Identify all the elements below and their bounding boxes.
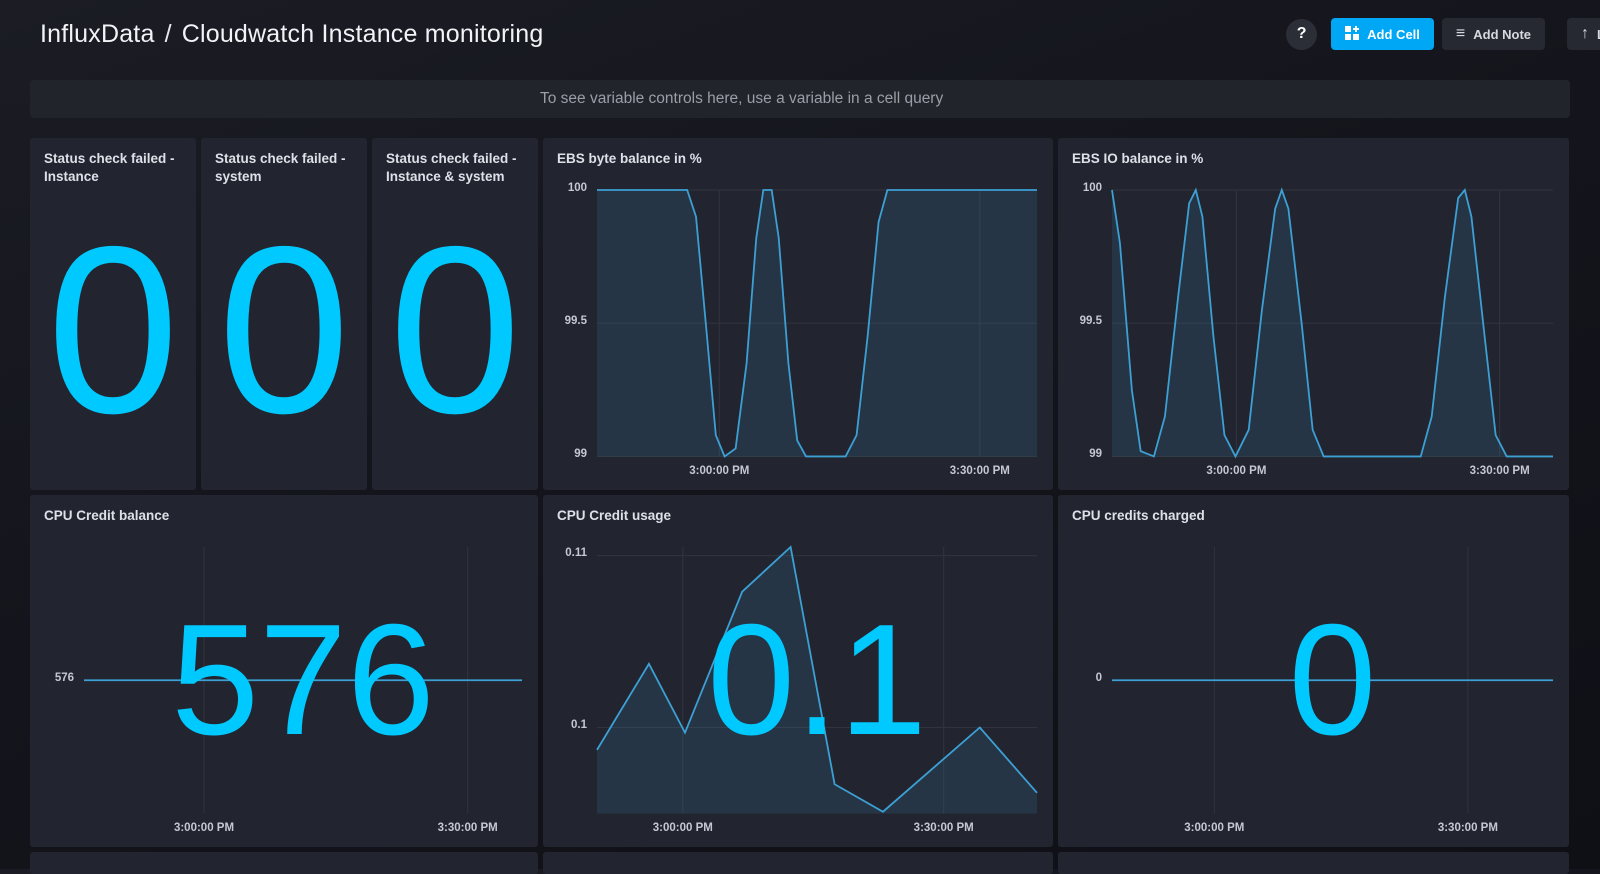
y-axis: 100 99.5 99 — [547, 182, 597, 460]
x-tick-label: 3:00:00 PM — [1206, 465, 1267, 477]
x-tick-label: 3:30:00 PM — [949, 465, 1010, 477]
help-button[interactable]: ? — [1286, 18, 1318, 50]
y-tick-label: 100 — [567, 181, 587, 194]
single-stat-value: 0 — [1288, 591, 1377, 768]
axis-corner — [34, 813, 84, 843]
y-tick-label: 99 — [1089, 448, 1102, 460]
chart-cpu-credit-balance: 576 576 3:00:00 PM 3:30:00 PM — [30, 525, 538, 847]
cell-ebs-io-balance[interactable]: EBS IO balance in % 100 99.5 99 3:00:00 PM 3… — [1058, 138, 1569, 490]
chart-ebs-io-balance: 100 99.5 99 3:00:00 PM 3:30:00 PM — [1058, 168, 1569, 490]
single-stat-value: 0 — [217, 197, 351, 463]
chart-plot[interactable]: 0 — [1112, 547, 1553, 813]
partial-cell[interactable] — [543, 852, 1053, 874]
chart-plot[interactable]: 0.1 — [597, 547, 1037, 813]
partial-cell[interactable] — [1058, 852, 1569, 874]
add-note-label: Add Note — [1473, 26, 1532, 42]
chart-plot[interactable] — [597, 190, 1037, 456]
page-title[interactable]: Cloudwatch Instance monitoring — [182, 20, 544, 48]
single-stat-value: 0.1 — [707, 591, 927, 768]
cell-ebs-byte-balance[interactable]: EBS byte balance in % 100 99.5 99 3:00:00 P… — [543, 138, 1053, 490]
timezone-button[interactable]: ↑ Local — [1567, 18, 1600, 50]
chart-cpu-credit-usage: 0.11 0.1 0.1 3:00:00 PM 3:30:00 PM — [543, 525, 1053, 847]
x-tick-label: 3:30:00 PM — [913, 822, 974, 834]
header-actions: ? Add Cell ≡ Add Note ↑ Local — [1286, 18, 1600, 50]
partial-cell[interactable] — [30, 852, 538, 874]
cell-title[interactable]: CPU Credit usage — [543, 495, 1053, 525]
y-tick-label: 0 — [1095, 671, 1102, 684]
cell-title[interactable]: EBS IO balance in % — [1058, 138, 1569, 168]
y-axis: 100 99.5 99 — [1062, 182, 1112, 460]
x-axis: 3:00:00 PM 3:30:00 PM — [597, 813, 1037, 843]
chart-plot[interactable]: 576 — [84, 547, 522, 813]
variable-controls-bar: To see variable controls here, use a var… — [30, 80, 1570, 118]
breadcrumb-separator: / — [164, 19, 172, 48]
x-tick-label: 3:00:00 PM — [652, 822, 713, 834]
x-tick-label: 3:30:00 PM — [1469, 465, 1530, 477]
x-tick-label: 3:30:00 PM — [437, 822, 498, 834]
y-tick-label: 99.5 — [564, 314, 587, 327]
x-tick-label: 3:00:00 PM — [1184, 822, 1245, 834]
cell-title[interactable]: Status check failed - system — [201, 138, 367, 185]
chart-svg — [1112, 190, 1553, 456]
note-lines-icon: ≡ — [1455, 25, 1466, 42]
cell-title[interactable]: Status check failed - Instance & system — [372, 138, 538, 185]
dashboard-row-3-partial — [30, 852, 1570, 874]
variable-controls-message: To see variable controls here, use a var… — [540, 90, 944, 107]
cell-status-check-system[interactable]: Status check failed - system 0 — [201, 138, 367, 490]
axis-corner — [547, 813, 597, 843]
page-header: InfluxData / Cloudwatch Instance monitorin… — [0, 0, 1600, 68]
cell-title[interactable]: EBS byte balance in % — [543, 138, 1053, 168]
x-axis: 3:00:00 PM 3:30:00 PM — [1112, 813, 1553, 843]
cell-title[interactable]: CPU Credit balance — [30, 495, 538, 525]
add-note-button[interactable]: ≡ Add Note — [1441, 18, 1546, 50]
single-stat-value: 0 — [388, 197, 522, 463]
y-axis: 0.11 0.1 — [547, 547, 597, 813]
help-icon: ? — [1296, 25, 1307, 42]
y-tick-label: 0.1 — [571, 719, 587, 732]
chart-ebs-byte-balance: 100 99.5 99 3:00:00 PM 3:30:00 PM — [543, 168, 1053, 490]
cell-cpu-credit-usage[interactable]: CPU Credit usage 0.11 0.1 0.1 3:00:00 PM 3:3… — [543, 495, 1053, 847]
axis-corner — [547, 456, 597, 486]
y-axis: 576 — [34, 547, 84, 813]
y-tick-label: 100 — [1082, 181, 1102, 194]
x-axis: 3:00:00 PM 3:30:00 PM — [597, 456, 1037, 486]
chart-svg — [597, 190, 1037, 456]
single-stat-value: 576 — [171, 591, 435, 768]
add-cell-icon — [1345, 25, 1360, 43]
cell-cpu-credits-charged[interactable]: CPU credits charged 0 0 3:00:00 PM 3:30:00 … — [1058, 495, 1569, 847]
cell-status-check-instance[interactable]: Status check failed - Instance 0 — [30, 138, 196, 490]
chart-plot[interactable] — [1112, 190, 1553, 456]
x-tick-label: 3:00:00 PM — [689, 465, 750, 477]
x-axis: 3:00:00 PM 3:30:00 PM — [84, 813, 522, 843]
add-cell-label: Add Cell — [1367, 26, 1420, 42]
cell-title[interactable]: CPU credits charged — [1058, 495, 1569, 525]
cell-status-check-instance-system[interactable]: Status check failed - Instance & system … — [372, 138, 538, 490]
add-cell-button[interactable]: Add Cell — [1331, 18, 1434, 50]
y-tick-label: 99 — [574, 448, 587, 460]
x-axis: 3:00:00 PM 3:30:00 PM — [1112, 456, 1553, 486]
dashboard-row-2: CPU Credit balance 576 576 3:00:00 PM 3:30:… — [30, 495, 1570, 847]
y-tick-label: 576 — [54, 671, 74, 684]
axis-corner — [1062, 456, 1112, 486]
y-tick-label: 0.11 — [565, 547, 587, 560]
x-tick-label: 3:30:00 PM — [1437, 822, 1498, 834]
dashboard-grid: Status check failed - Instance 0 Status … — [0, 118, 1600, 874]
arrow-up-icon: ↑ — [1581, 25, 1590, 42]
cell-title[interactable]: Status check failed - Instance — [30, 138, 196, 185]
axis-corner — [1062, 813, 1112, 843]
dashboard-row-1: Status check failed - Instance 0 Status … — [30, 138, 1570, 490]
x-tick-label: 3:00:00 PM — [173, 822, 235, 834]
breadcrumb: InfluxData / Cloudwatch Instance monitorin… — [40, 20, 543, 49]
chart-cpu-credits-charged: 0 0 3:00:00 PM 3:30:00 PM — [1058, 525, 1569, 847]
y-axis: 0 — [1062, 547, 1112, 813]
cell-cpu-credit-balance[interactable]: CPU Credit balance 576 576 3:00:00 PM 3:30:… — [30, 495, 538, 847]
y-tick-label: 99.5 — [1079, 314, 1102, 327]
single-stat-value: 0 — [46, 197, 180, 463]
brand-name[interactable]: InfluxData — [40, 20, 155, 48]
